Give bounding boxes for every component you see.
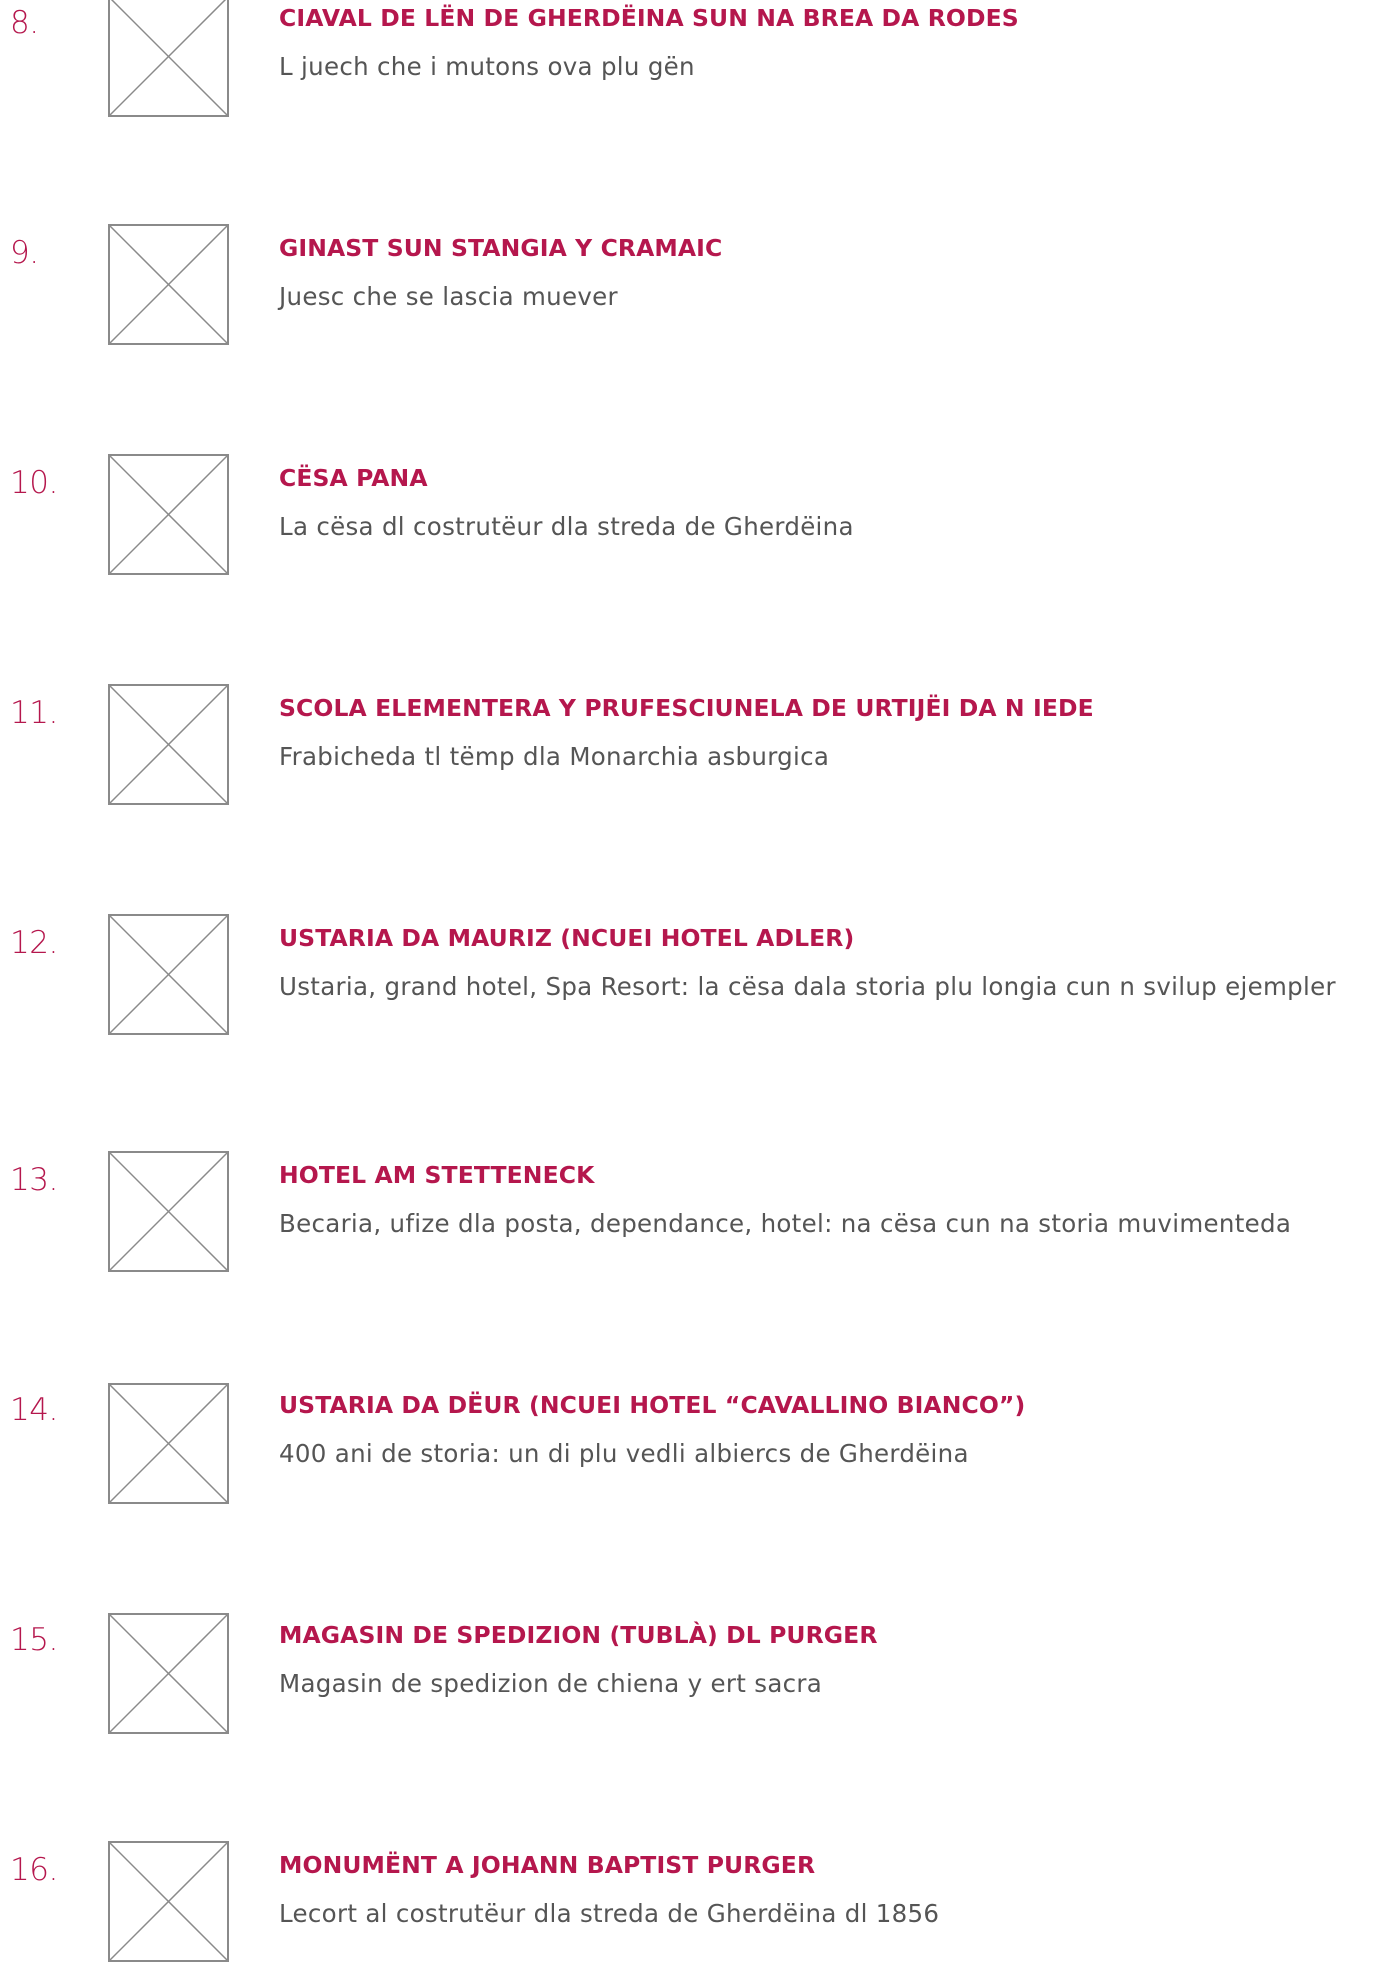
- item-description: Becaria, ufize dla posta, dependance, ho…: [279, 1209, 1292, 1238]
- list-item[interactable]: 8. CIAVAL DE LËN DE GHERDËINA SUN NA BRE…: [0, 0, 1397, 130]
- image-placeholder-icon[interactable]: [108, 1841, 229, 1962]
- item-title[interactable]: CËSA PANA: [279, 463, 428, 493]
- image-placeholder-icon[interactable]: [108, 684, 229, 805]
- item-number: 9.: [10, 235, 39, 271]
- item-description: Juesc che se lascia muever: [279, 282, 618, 311]
- item-description: 400 ani de storia: un di plu vedli albie…: [279, 1439, 969, 1468]
- item-description: L juech che i mutons ova plu gën: [279, 52, 695, 81]
- item-number: 14.: [10, 1392, 58, 1428]
- item-description: Magasin de spedizion de chiena y ert sac…: [279, 1669, 823, 1698]
- list-item[interactable]: 15. MAGASIN DE SPEDIZION (TUBLÀ) DL PURG…: [0, 1613, 1397, 1747]
- item-title[interactable]: MAGASIN DE SPEDIZION (TUBLÀ) DL PURGER: [279, 1620, 878, 1650]
- item-number: 8.: [10, 5, 39, 41]
- list-item[interactable]: 12. USTARIA DA MAURIZ (NCUEI HOTEL ADLER…: [0, 914, 1397, 1050]
- item-title[interactable]: USTARIA DA DËUR (NCUEI HOTEL “CAVALLINO …: [279, 1390, 1025, 1420]
- image-placeholder-icon[interactable]: [108, 0, 229, 117]
- item-number: 16.: [10, 1852, 58, 1888]
- image-placeholder-icon[interactable]: [108, 224, 229, 345]
- item-number: 12.: [10, 925, 58, 961]
- image-placeholder-icon[interactable]: [108, 1613, 229, 1734]
- list-item[interactable]: 11. SCOLA ELEMENTERA Y PRUFESCIUNELA DE …: [0, 684, 1397, 820]
- image-placeholder-icon[interactable]: [108, 914, 229, 1035]
- item-title[interactable]: HOTEL AM STETTENECK: [279, 1160, 594, 1190]
- list-item[interactable]: 10. CËSA PANA La cësa dl costrutëur dla …: [0, 454, 1397, 590]
- image-placeholder-icon[interactable]: [108, 1151, 229, 1272]
- image-placeholder-icon[interactable]: [108, 1383, 229, 1504]
- item-title[interactable]: MONUMËNT A JOHANN BAPTIST PURGER: [279, 1850, 815, 1880]
- item-description: Lecort al costrutëur dla streda de Gherd…: [279, 1899, 940, 1928]
- list-item[interactable]: 9. GINAST SUN STANGIA Y CRAMAIC Juesc ch…: [0, 224, 1397, 360]
- list-item[interactable]: 16. MONUMËNT A JOHANN BAPTIST PURGER Lec…: [0, 1841, 1397, 1977]
- item-description: La cësa dl costrutëur dla streda de Gher…: [279, 512, 854, 541]
- item-title[interactable]: USTARIA DA MAURIZ (NCUEI HOTEL ADLER): [279, 923, 854, 953]
- list-item[interactable]: 14. USTARIA DA DËUR (NCUEI HOTEL “CAVALL…: [0, 1383, 1397, 1517]
- item-number: 11.: [10, 695, 58, 731]
- item-number: 15.: [10, 1622, 58, 1658]
- item-title[interactable]: SCOLA ELEMENTERA Y PRUFESCIUNELA DE URTI…: [279, 693, 1094, 723]
- item-number: 10.: [10, 465, 58, 501]
- image-placeholder-icon[interactable]: [108, 454, 229, 575]
- item-title[interactable]: CIAVAL DE LËN DE GHERDËINA SUN NA BREA D…: [279, 3, 1019, 33]
- item-description: Frabicheda tl tëmp dla Monarchia asburgi…: [279, 742, 830, 771]
- item-number: 13.: [10, 1162, 58, 1198]
- item-description: Ustaria, grand hotel, Spa Resort: la cës…: [279, 972, 1336, 1001]
- item-title[interactable]: GINAST SUN STANGIA Y CRAMAIC: [279, 233, 722, 263]
- list-item[interactable]: 13. HOTEL AM STETTENECK Becaria, ufize d…: [0, 1151, 1397, 1287]
